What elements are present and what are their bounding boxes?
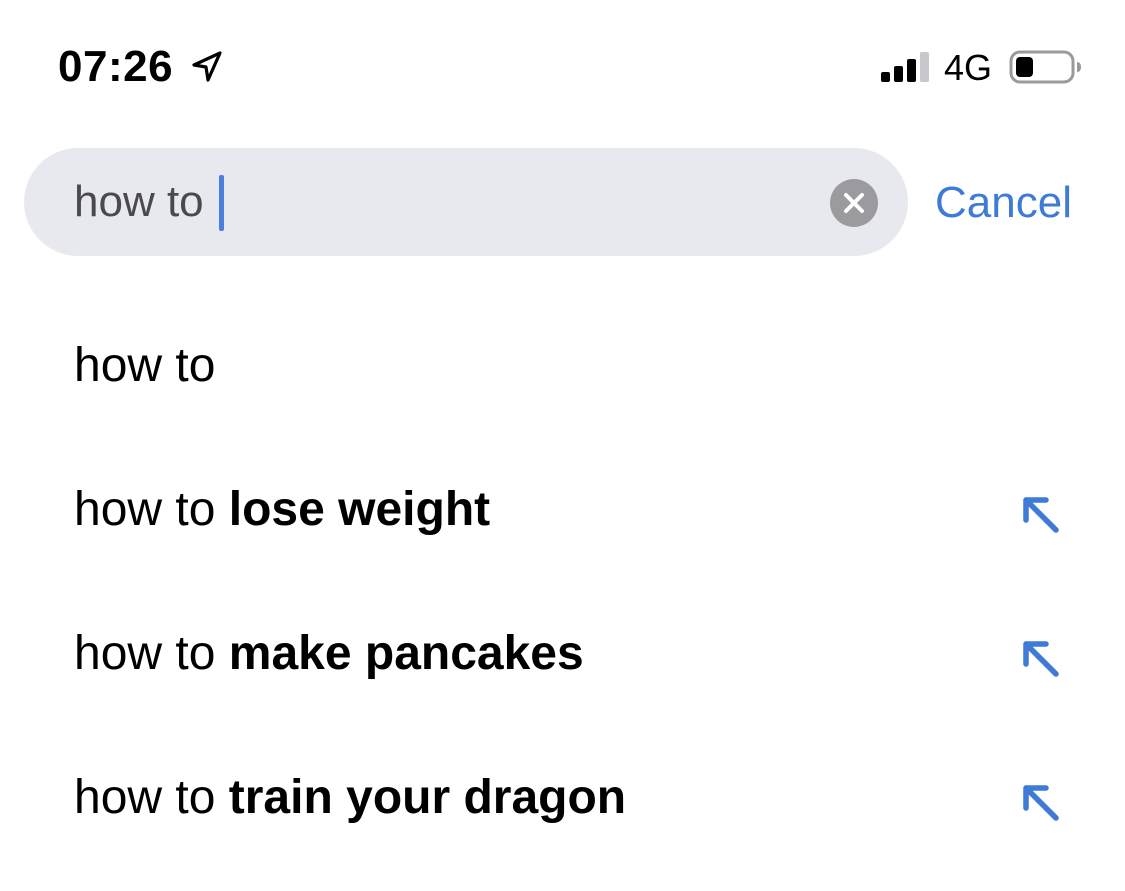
text-cursor	[219, 175, 224, 231]
suggestion-item[interactable]: how to make pancakes	[0, 584, 1125, 728]
search-query-text: how to	[74, 177, 204, 226]
suggestion-prefix: how to	[74, 771, 229, 824]
network-type-label: 4G	[944, 47, 993, 88]
suggestion-label: how to train your dragon	[74, 768, 626, 828]
location-arrow-icon	[192, 51, 222, 82]
suggestion-completion: train your dragon	[228, 771, 627, 824]
suggestion-item[interactable]: how to train your dragon	[0, 728, 1125, 872]
suggestion-label: how to make pancakes	[74, 624, 584, 684]
clear-circle-x-icon[interactable]	[830, 179, 878, 227]
cellular-signal-icon	[881, 52, 929, 82]
status-time: 07:26	[58, 42, 174, 91]
suggestion-item[interactable]: how to lose weight	[0, 440, 1125, 584]
suggestion-item[interactable]: how to	[0, 296, 1125, 440]
suggestion-label: how to	[74, 336, 215, 396]
fill-query-arrow-icon[interactable]	[1020, 638, 1062, 680]
suggestion-completion: lose weight	[228, 483, 491, 536]
suggestion-prefix: how to	[74, 483, 229, 536]
status-bar: 07:26 4G	[0, 0, 1125, 130]
fill-query-arrow-icon[interactable]	[1020, 782, 1062, 824]
suggestion-label: how to lose weight	[74, 480, 490, 540]
suggestion-prefix: how to	[74, 339, 216, 392]
fill-query-arrow-icon[interactable]	[1020, 494, 1062, 536]
cancel-button[interactable]: Cancel	[935, 176, 1072, 230]
suggestion-completion: make pancakes	[228, 627, 584, 680]
suggestion-prefix: how to	[74, 627, 229, 680]
search-input[interactable]: how to	[24, 148, 908, 256]
battery-low-icon	[1009, 50, 1081, 84]
